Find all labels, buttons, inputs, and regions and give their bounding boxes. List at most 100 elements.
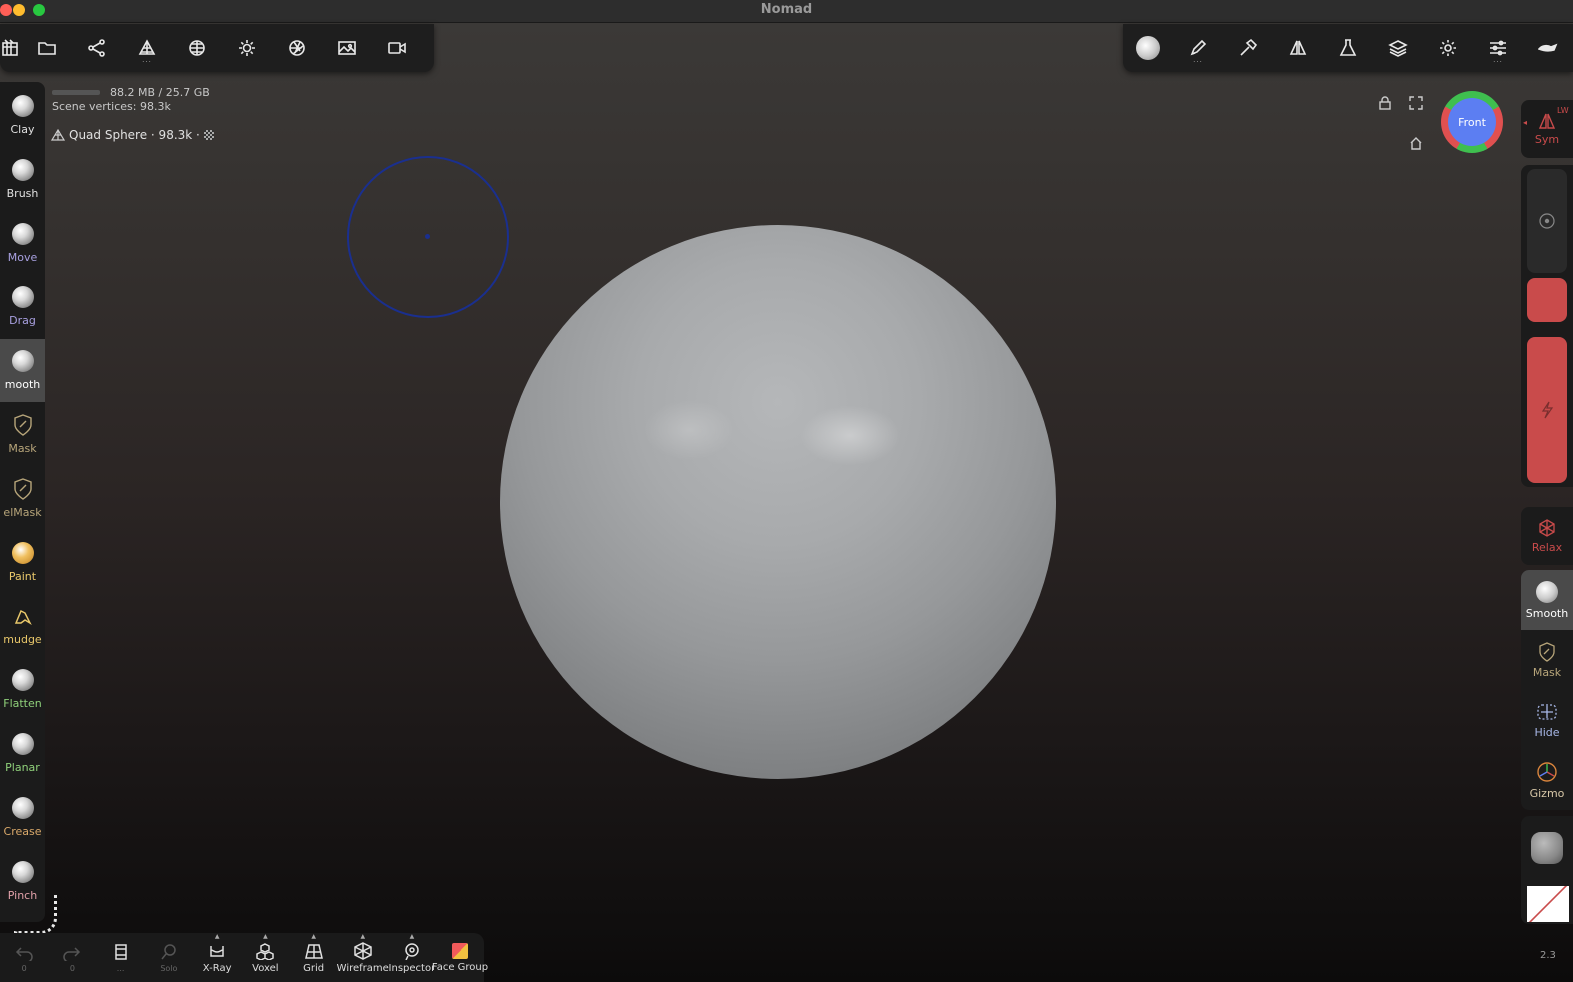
tool-label: Drag [9, 314, 36, 328]
grid-label: Grid [303, 962, 325, 974]
voxel-icon [256, 942, 275, 960]
pen-icon [1190, 39, 1207, 56]
move-brush-icon [11, 222, 34, 245]
gizmo-quick-button[interactable]: Gizmo [1521, 750, 1573, 810]
gizmo-icon [1537, 761, 1557, 782]
tool-0[interactable]: Clay [0, 84, 45, 147]
tool-6[interactable]: elMask [0, 467, 45, 530]
files-button[interactable] [22, 24, 72, 72]
undo-icon [16, 946, 33, 961]
tool-11[interactable]: Crease [0, 786, 45, 849]
tool-label: Planar [5, 761, 40, 774]
tool-label: Crease [3, 824, 42, 838]
tool-4[interactable]: mooth [0, 339, 45, 403]
topology-button[interactable]: ··· [122, 24, 172, 72]
share-button[interactable] [72, 24, 122, 72]
layers-button[interactable] [1373, 24, 1423, 72]
light-button[interactable] [222, 24, 272, 72]
scene-button[interactable] [0, 24, 22, 72]
solo-button[interactable]: Solo [145, 933, 193, 982]
settings-button[interactable] [1423, 24, 1473, 72]
view-gizmo-front-face[interactable]: Front [1448, 98, 1496, 146]
tool-8[interactable]: mudge [0, 594, 45, 657]
grid-button[interactable]: Grid ▲ [290, 933, 338, 982]
mask-shield-icon [13, 478, 32, 500]
topology-icon [138, 39, 156, 55]
voxel-button[interactable]: Voxel ▲ [241, 933, 289, 982]
share-nodes-icon [88, 39, 105, 57]
tool-1[interactable]: Brush [0, 148, 45, 211]
mask-shield-icon [1539, 641, 1555, 662]
current-tool-button[interactable] [1123, 24, 1173, 72]
symmetry-icon [1538, 113, 1556, 129]
bottom-toolbar: 0 0... Solo X-Ray ▲ Voxel ▲ Grid ▲ Wireframe ▲ Insp… [0, 933, 488, 982]
tool-label: Flatten [3, 697, 42, 711]
mesh-button[interactable] [172, 24, 222, 72]
wireframe-expand-caret: ▲ [360, 933, 366, 940]
material-preview[interactable] [1531, 832, 1563, 864]
postprocess-button[interactable] [1523, 24, 1573, 72]
inspector-button[interactable]: Inspector ▲ [388, 933, 436, 982]
mask-quick-button[interactable]: Mask [1521, 630, 1573, 690]
sliders-icon [1490, 40, 1506, 56]
view-gizmo-cube[interactable]: Front [1441, 91, 1503, 153]
tool-label: mudge [3, 633, 42, 647]
mooth-brush-icon [11, 350, 34, 373]
wireframe-icon [354, 941, 372, 960]
tool-label: elMask [3, 505, 42, 519]
tool-settings-button[interactable] [1223, 24, 1273, 72]
stroke-button[interactable]: ··· [1173, 24, 1223, 72]
background-image-button[interactable] [322, 24, 372, 72]
smooth-quick-button[interactable]: Smooth [1521, 570, 1573, 630]
fullscreen-icon[interactable] [1409, 96, 1423, 110]
pages-sublabel: ... [116, 963, 125, 973]
hide-quick-button[interactable]: Hide [1521, 690, 1573, 750]
symmetry-corner-label: LW [1557, 106, 1569, 115]
lock-icon[interactable] [1378, 96, 1392, 110]
left-toolbar-more-handle[interactable] [14, 895, 57, 934]
record-button[interactable] [372, 24, 422, 72]
symmetry-button[interactable] [1273, 24, 1323, 72]
inspector-label: Inspector [388, 962, 436, 974]
sym-label: Sym [1534, 132, 1560, 146]
top-toolbar-right: ··· ··· [1123, 24, 1573, 72]
alpha-preview[interactable] [1527, 886, 1569, 922]
facegroup-button[interactable]: Face Group [432, 933, 488, 982]
inspector-expand-caret: ▲ [409, 933, 415, 940]
memory-bar [52, 90, 100, 95]
tool-2[interactable]: Move [0, 212, 45, 275]
undo-button[interactable]: 0 [0, 933, 48, 982]
tool-9[interactable]: Flatten [0, 658, 45, 721]
brush-sliders-panel [1521, 165, 1573, 487]
light-icon [239, 40, 255, 56]
relax-button[interactable]: Relax [1521, 507, 1573, 565]
intensity-slider[interactable] [1527, 337, 1567, 483]
hide-icon [1537, 703, 1557, 720]
relax-icon [1539, 518, 1555, 537]
wireframe-button[interactable]: Wireframe ▲ [337, 933, 389, 982]
gear-icon [1440, 40, 1456, 56]
pages-button[interactable]: ... [97, 933, 145, 982]
interface-button[interactable]: ··· [1473, 24, 1523, 72]
tool-10[interactable]: Planar [0, 722, 45, 785]
grid-icon [304, 943, 323, 959]
brush-cursor-dot [425, 234, 430, 239]
xray-button[interactable]: X-Ray ▲ [193, 933, 241, 982]
tool-label: Paint [8, 569, 37, 583]
mesh-fill-icon [1538, 43, 1558, 52]
tool-7[interactable]: Paint [0, 531, 45, 594]
camera-settings-button[interactable] [272, 24, 322, 72]
tool-5[interactable]: Mask [0, 403, 45, 466]
quad-sphere-mesh[interactable] [500, 225, 1056, 779]
redo-button[interactable]: 0 [48, 933, 96, 982]
xray-label: X-Ray [202, 962, 232, 974]
radius-slider[interactable] [1527, 169, 1567, 273]
object-info[interactable]: Quad Sphere · 98.3k · [51, 128, 214, 142]
material-button[interactable] [1323, 24, 1373, 72]
tool-3[interactable]: Drag [0, 275, 45, 338]
left-toolbar: Clay Brush Move Drag mooth Mask elMask Paint mud… [0, 82, 45, 922]
mask-shield-icon [13, 414, 32, 436]
home-icon[interactable] [1409, 136, 1423, 150]
planar-brush-icon [11, 733, 34, 755]
brush-brush-icon [11, 158, 34, 181]
